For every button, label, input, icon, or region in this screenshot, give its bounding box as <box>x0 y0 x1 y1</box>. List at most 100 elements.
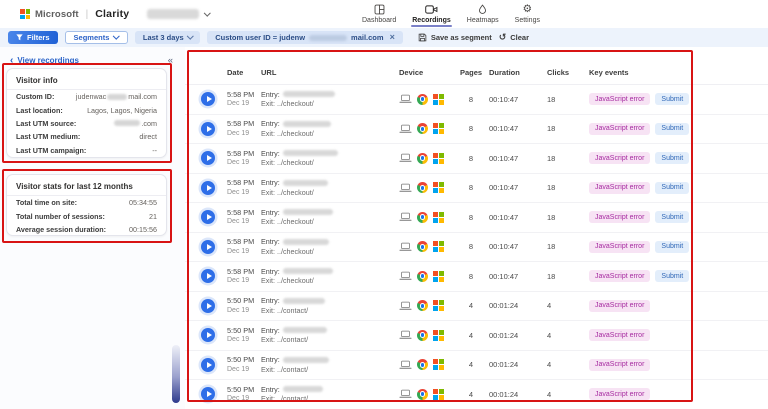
visitor-stats-card: Visitor stats for last 12 months Total t… <box>6 174 167 236</box>
filter-chip-text: mail.com <box>351 33 384 42</box>
duration-cell: 00:01:24 <box>489 331 547 340</box>
clarity-app: Microsoft | Clarity Dashboard Recordings… <box>0 0 768 409</box>
info-label: Last UTM medium: <box>16 132 80 141</box>
info-label: Average session duration: <box>16 225 106 234</box>
recording-row[interactable]: 5:50 PM Dec 19 Entry: Exit: ../contact/ … <box>185 351 768 381</box>
info-value: .com <box>114 119 157 128</box>
play-button[interactable] <box>201 240 215 254</box>
play-button[interactable] <box>201 151 215 165</box>
date-cell: 5:58 PM Dec 19 <box>227 119 261 138</box>
entry-url-redacted <box>283 180 328 186</box>
duration-cell: 00:01:24 <box>489 390 547 399</box>
recordings-table: Date URL Device Pages Duration Clicks Ke… <box>185 47 768 409</box>
device-cell <box>399 389 453 400</box>
recording-row[interactable]: 5:58 PM Dec 19 Entry: Exit: ../checkout/… <box>185 203 768 233</box>
tab-settings[interactable]: ⚙ Settings <box>507 0 548 28</box>
key-events-cell: JavaScript error <box>589 329 768 341</box>
view-recordings-link[interactable]: View recordings <box>17 56 79 65</box>
play-button[interactable] <box>201 328 215 342</box>
recording-row[interactable]: 5:58 PM Dec 19 Entry: Exit: ../checkout/… <box>185 233 768 263</box>
windows-icon <box>433 212 444 223</box>
scrollbar-thumb[interactable] <box>172 345 180 403</box>
microsoft-wordmark: Microsoft <box>35 9 79 20</box>
custom-user-id-filter-chip[interactable]: Custom user ID = judenw mail.com × <box>207 31 403 44</box>
entry-url-redacted <box>283 91 335 97</box>
nav-label: Recordings <box>412 17 451 24</box>
entry-url-redacted <box>283 268 333 274</box>
chrome-icon <box>417 153 428 164</box>
recording-row[interactable]: 5:50 PM Dec 19 Entry: Exit: ../contact/ … <box>185 380 768 409</box>
info-label: Last UTM campaign: <box>16 146 86 155</box>
segments-button[interactable]: Segments <box>65 31 128 44</box>
info-row: Total time on site:05:34:55 <box>7 196 166 209</box>
url-cell: Entry: Exit: ../checkout/ <box>261 267 399 286</box>
recording-row[interactable]: 5:58 PM Dec 19 Entry: Exit: ../checkout/… <box>185 85 768 115</box>
play-button[interactable] <box>201 181 215 195</box>
desktop-icon <box>399 242 412 252</box>
save-as-segment-button[interactable]: Save as segment <box>418 33 492 42</box>
chevron-down-icon <box>204 9 210 15</box>
recording-row[interactable]: 5:50 PM Dec 19 Entry: Exit: ../contact/ … <box>185 321 768 351</box>
desktop-icon <box>399 389 412 399</box>
dashboard-icon <box>374 4 385 15</box>
play-button[interactable] <box>201 358 215 372</box>
entry-url-redacted <box>283 357 329 363</box>
filters-button[interactable]: Filters <box>8 31 58 44</box>
device-cell <box>399 123 453 134</box>
collapse-sidebar-icon[interactable]: « <box>168 55 173 66</box>
info-value: 05:34:55 <box>129 198 157 207</box>
recording-row[interactable]: 5:58 PM Dec 19 Entry: Exit: ../checkout/… <box>185 144 768 174</box>
url-cell: Entry: Exit: ../contact/ <box>261 385 399 404</box>
play-button[interactable] <box>201 269 215 283</box>
desktop-icon <box>399 271 412 281</box>
clarity-wordmark: Clarity <box>95 8 129 20</box>
recording-row[interactable]: 5:58 PM Dec 19 Entry: Exit: ../checkout/… <box>185 174 768 204</box>
url-cell: Entry: Exit: ../checkout/ <box>261 208 399 227</box>
chrome-icon <box>417 123 428 134</box>
recording-row[interactable]: 5:58 PM Dec 19 Entry: Exit: ../checkout/… <box>185 115 768 145</box>
brand-divider: | <box>86 9 89 20</box>
clear-button[interactable]: ↺ Clear <box>499 33 529 42</box>
table-header-row: Date URL Device Pages Duration Clicks Ke… <box>185 47 768 85</box>
clicks-cell: 18 <box>547 213 589 222</box>
play-button[interactable] <box>201 210 215 224</box>
date-cell: 5:58 PM Dec 19 <box>227 178 261 197</box>
play-button[interactable] <box>201 387 215 401</box>
desktop-icon <box>399 124 412 134</box>
col-key-events: Key events <box>589 68 768 77</box>
windows-icon <box>433 241 444 252</box>
date-cell: 5:58 PM Dec 19 <box>227 149 261 168</box>
windows-icon <box>433 182 444 193</box>
gear-icon: ⚙ <box>523 4 532 15</box>
remove-filter-icon[interactable]: × <box>390 33 395 42</box>
key-events-cell: JavaScript errorSubmit <box>589 93 768 105</box>
clicks-cell: 4 <box>547 360 589 369</box>
play-button[interactable] <box>201 122 215 136</box>
entry-url-redacted <box>283 239 329 245</box>
device-cell <box>399 330 453 341</box>
device-cell <box>399 300 453 311</box>
recordings-icon <box>425 4 438 15</box>
url-cell: Entry: Exit: ../checkout/ <box>261 178 399 197</box>
clicks-cell: 18 <box>547 95 589 104</box>
key-events-cell: JavaScript error <box>589 359 768 371</box>
chrome-icon <box>417 241 428 252</box>
nav-label: Dashboard <box>362 17 396 24</box>
key-event-badge: Submit <box>655 152 689 164</box>
play-button[interactable] <box>201 92 215 106</box>
desktop-icon <box>399 153 412 163</box>
tab-heatmaps[interactable]: Heatmaps <box>459 0 507 28</box>
recording-row[interactable]: 5:58 PM Dec 19 Entry: Exit: ../checkout/… <box>185 262 768 292</box>
chrome-icon <box>417 330 428 341</box>
date-range-chip[interactable]: Last 3 days <box>135 31 200 44</box>
info-value: 21 <box>149 212 157 221</box>
heatmaps-icon <box>477 4 488 15</box>
play-button[interactable] <box>201 299 215 313</box>
duration-cell: 00:10:47 <box>489 183 547 192</box>
windows-icon <box>433 94 444 105</box>
tab-recordings[interactable]: Recordings <box>404 0 459 28</box>
duration-cell: 00:01:24 <box>489 360 547 369</box>
tab-dashboard[interactable]: Dashboard <box>354 0 404 28</box>
recording-row[interactable]: 5:50 PM Dec 19 Entry: Exit: ../contact/ … <box>185 292 768 322</box>
project-selector[interactable] <box>147 9 210 19</box>
